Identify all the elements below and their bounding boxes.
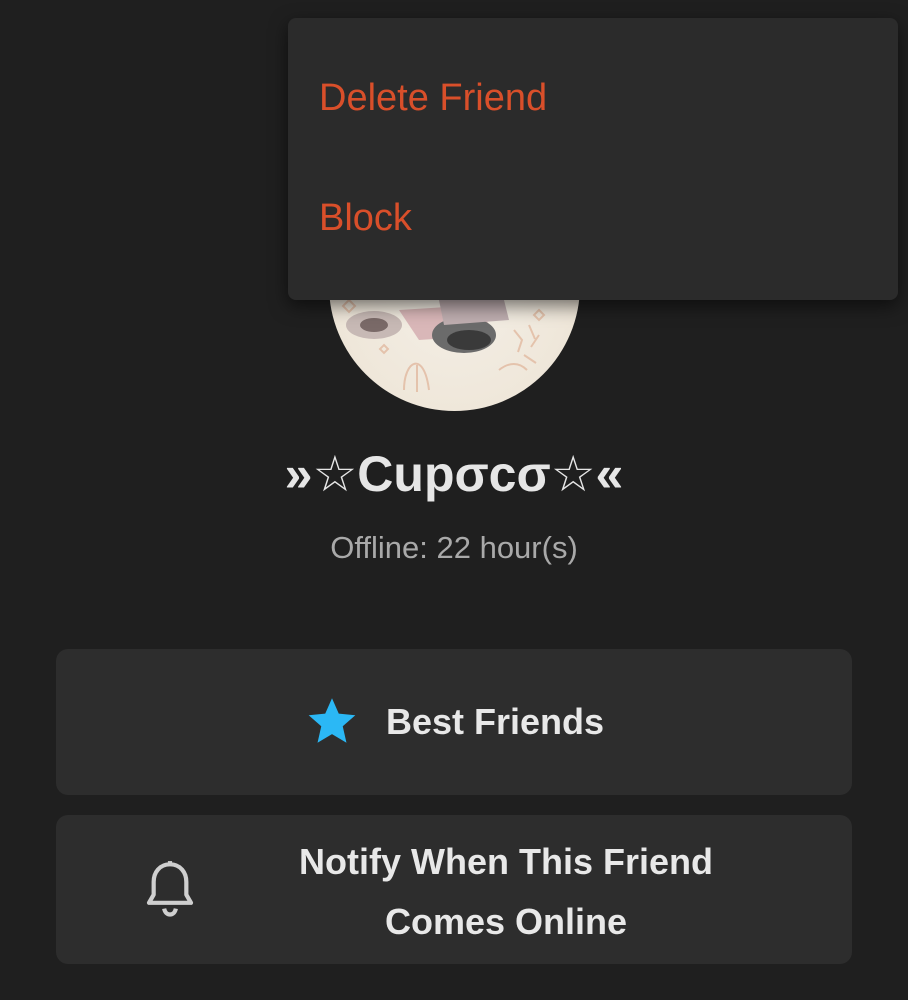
- best-friends-button[interactable]: Best Friends: [56, 649, 852, 795]
- bell-icon: [146, 861, 194, 917]
- profile-name: »☆Cupσcσ☆«: [284, 446, 624, 502]
- friend-profile-screen: »☆Cupσcσ☆« Offline: 22 hour(s) Best Frie…: [0, 0, 908, 1000]
- notify-label-line1: Notify When This Friend: [299, 841, 713, 882]
- notify-online-button[interactable]: Notify When This Friend Comes Online: [56, 815, 852, 964]
- star-icon: [308, 698, 356, 743]
- best-friends-content: Best Friends: [56, 649, 852, 795]
- notify-online-label: Notify When This Friend Comes Online: [256, 832, 756, 952]
- menu-item-delete-friend[interactable]: Delete Friend: [288, 48, 898, 148]
- overflow-menu: Delete Friend Block: [288, 18, 898, 300]
- menu-item-block[interactable]: Block: [288, 168, 898, 268]
- best-friends-label: Best Friends: [385, 701, 605, 742]
- notify-label-line2: Comes Online: [384, 901, 628, 942]
- online-status: Offline: 22 hour(s): [330, 530, 578, 565]
